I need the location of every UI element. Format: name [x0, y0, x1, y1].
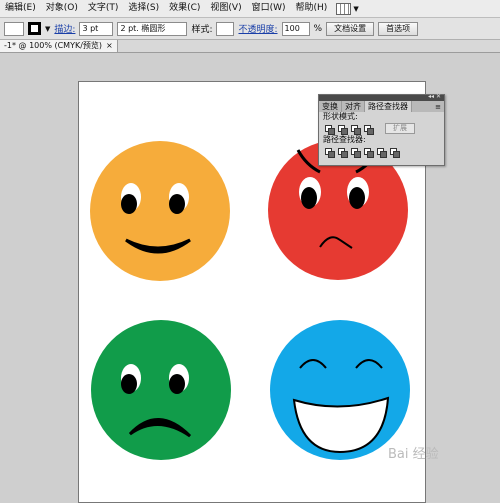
- tab-align[interactable]: 对齐: [342, 101, 365, 112]
- shape-modes-label: 形状模式:: [323, 112, 358, 121]
- eye-pupil: [349, 187, 365, 209]
- happy-face[interactable]: [90, 141, 230, 281]
- shape-modes-row: 扩展: [319, 122, 444, 135]
- merge-icon[interactable]: [351, 147, 361, 158]
- panel-title-strip[interactable]: ◂◂ ✕: [319, 93, 444, 101]
- eye-pupil: [301, 187, 317, 209]
- sad-face-circle: [91, 320, 231, 460]
- eye-pupil: [169, 194, 185, 214]
- exclude-icon[interactable]: [364, 124, 374, 135]
- artwork: [90, 140, 410, 460]
- sad-face[interactable]: [91, 320, 231, 460]
- minus-back-icon[interactable]: [390, 147, 400, 158]
- trim-icon[interactable]: [338, 147, 348, 158]
- divide-icon[interactable]: [325, 147, 335, 158]
- collapse-icon[interactable]: ◂◂ ✕: [428, 93, 441, 100]
- eye-pupil: [121, 374, 137, 394]
- expand-button[interactable]: 扩展: [385, 123, 415, 134]
- pathfinder-panel: ◂◂ ✕ 变换 对齐 路径查找器 ≡ 形状模式: 扩展 路径查找器:: [318, 93, 445, 166]
- unite-icon[interactable]: [325, 124, 335, 135]
- panel-menu-icon[interactable]: ≡: [435, 103, 441, 111]
- watermark-text: Bai 经验: [388, 447, 439, 462]
- pathfinders-label: 路径查找器:: [323, 135, 366, 144]
- eye-pupil: [121, 194, 137, 214]
- happy-face-circle: [90, 141, 230, 281]
- minus-front-icon[interactable]: [338, 124, 348, 135]
- tab-transform[interactable]: 变换: [319, 101, 342, 112]
- panel-tabs: 变换 对齐 路径查找器: [319, 101, 444, 112]
- outline-icon[interactable]: [377, 147, 387, 158]
- pathfinders-row: [319, 145, 444, 158]
- intersect-icon[interactable]: [351, 124, 361, 135]
- laughing-face[interactable]: [270, 320, 410, 460]
- tab-pathfinder[interactable]: 路径查找器: [365, 101, 412, 112]
- eye-pupil: [169, 374, 185, 394]
- crop-icon[interactable]: [364, 147, 374, 158]
